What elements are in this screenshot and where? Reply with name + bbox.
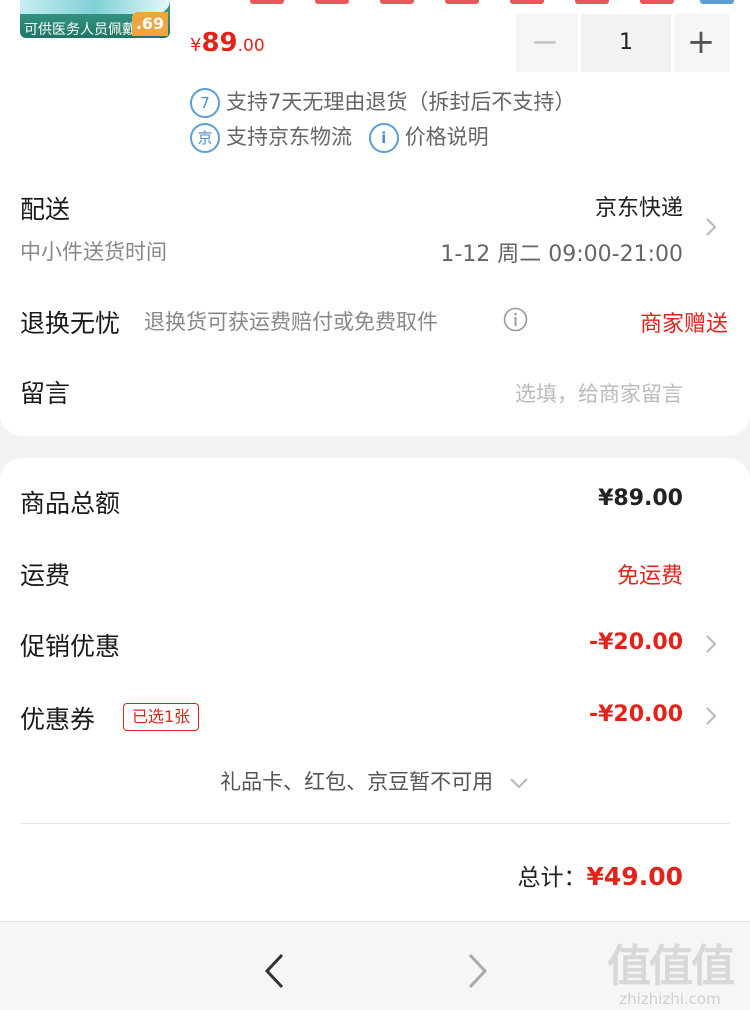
info-icon: i: [368, 123, 399, 153]
giftcard-toggle[interactable]: 礼品卡、红包、京豆暂不可用: [0, 766, 750, 796]
returns-badge: 商家赠送: [639, 312, 728, 337]
top-edge-mark: [575, 0, 609, 4]
promotion-value[interactable]: -¥20.00: [589, 630, 683, 655]
return-policy-tag[interactable]: 7 支持7天无理由退货（拆封后不支持）: [190, 86, 575, 118]
product-price: ¥89.00: [190, 28, 265, 58]
shipping-label: 运费: [20, 561, 71, 590]
top-edge-mark: [315, 0, 349, 4]
quantity-value[interactable]: 1: [578, 14, 674, 72]
price-integer: 89: [201, 28, 238, 58]
seven-day-icon: 7: [190, 88, 220, 118]
watermark-domain: zhizhizhi.com: [619, 990, 721, 1008]
info-circle-icon[interactable]: [503, 307, 528, 332]
chevron-right-icon[interactable]: [700, 633, 722, 655]
top-edge-mark: [250, 0, 284, 4]
giftcard-text: 礼品卡、红包、京豆暂不可用: [220, 770, 494, 794]
back-arrow-icon[interactable]: [262, 952, 288, 990]
jd-logistics-icon: 京: [190, 123, 220, 153]
returns-label: 退换无忧: [20, 309, 121, 338]
top-edge-mark: [445, 0, 479, 4]
summary-divider: [20, 823, 730, 824]
delivery-time[interactable]: 1-12 周二 09:00-21:00: [440, 236, 683, 268]
price-summary-card: [0, 458, 750, 921]
order-total: 总计：¥49.00: [518, 858, 683, 892]
delivery-label: 配送: [20, 195, 71, 224]
price-note-link[interactable]: i 价格说明: [368, 123, 489, 153]
message-label: 留言: [20, 379, 71, 408]
chevron-right-icon[interactable]: [700, 216, 722, 238]
coupon-value[interactable]: -¥20.00: [589, 702, 683, 727]
goods-total-value: ¥89.00: [598, 486, 683, 511]
top-edge-mark: [380, 0, 414, 4]
service-tags: 京支持京东物流 i 价格说明: [190, 121, 489, 153]
price-decimal: .00: [237, 36, 265, 56]
jd-logistics-tag[interactable]: 京支持京东物流: [190, 123, 352, 153]
top-edge-mark: [640, 0, 674, 4]
message-input[interactable]: 选填，给商家留言: [515, 378, 683, 408]
watermark-logo: 值值值: [607, 941, 735, 992]
total-label: 总计：: [517, 865, 587, 891]
delivery-method[interactable]: 京东快递: [595, 190, 683, 222]
jd-logistics-text: 支持京东物流: [226, 125, 352, 149]
chevron-right-icon[interactable]: [700, 705, 722, 727]
decrease-quantity-button[interactable]: −: [516, 14, 574, 72]
thumbnail-badge: .69: [132, 12, 168, 36]
price-note-text: 价格说明: [404, 125, 489, 149]
promotion-label: 促销优惠: [20, 632, 121, 661]
forward-arrow-icon[interactable]: [464, 952, 490, 990]
top-edge-mark: [700, 0, 734, 4]
product-thumbnail[interactable]: 可供医务人员佩戴 .69: [20, 0, 170, 38]
delivery-time-label: 中小件送货时间: [20, 240, 167, 264]
increase-quantity-button[interactable]: +: [672, 14, 730, 72]
chevron-down-icon: [510, 778, 528, 789]
price-currency: ¥: [190, 35, 202, 56]
watermark: 值值值 zhizhizhi.com: [600, 930, 740, 1008]
shipping-value: 免运费: [616, 564, 683, 589]
top-edge-mark: [510, 0, 544, 4]
total-value: ¥49.00: [586, 862, 683, 891]
coupon-selected-badge: 已选1张: [123, 703, 200, 731]
return-policy-text: 支持7天无理由退货（拆封后不支持）: [226, 90, 576, 114]
goods-total-label: 商品总额: [20, 489, 121, 518]
coupon-label: 优惠券: [20, 705, 96, 734]
thumbnail-text: 可供医务人员佩戴: [24, 22, 136, 38]
quantity-stepper: − 1 +: [516, 14, 730, 72]
returns-description: 退换货可获运费赔付或免费取件: [144, 310, 438, 334]
